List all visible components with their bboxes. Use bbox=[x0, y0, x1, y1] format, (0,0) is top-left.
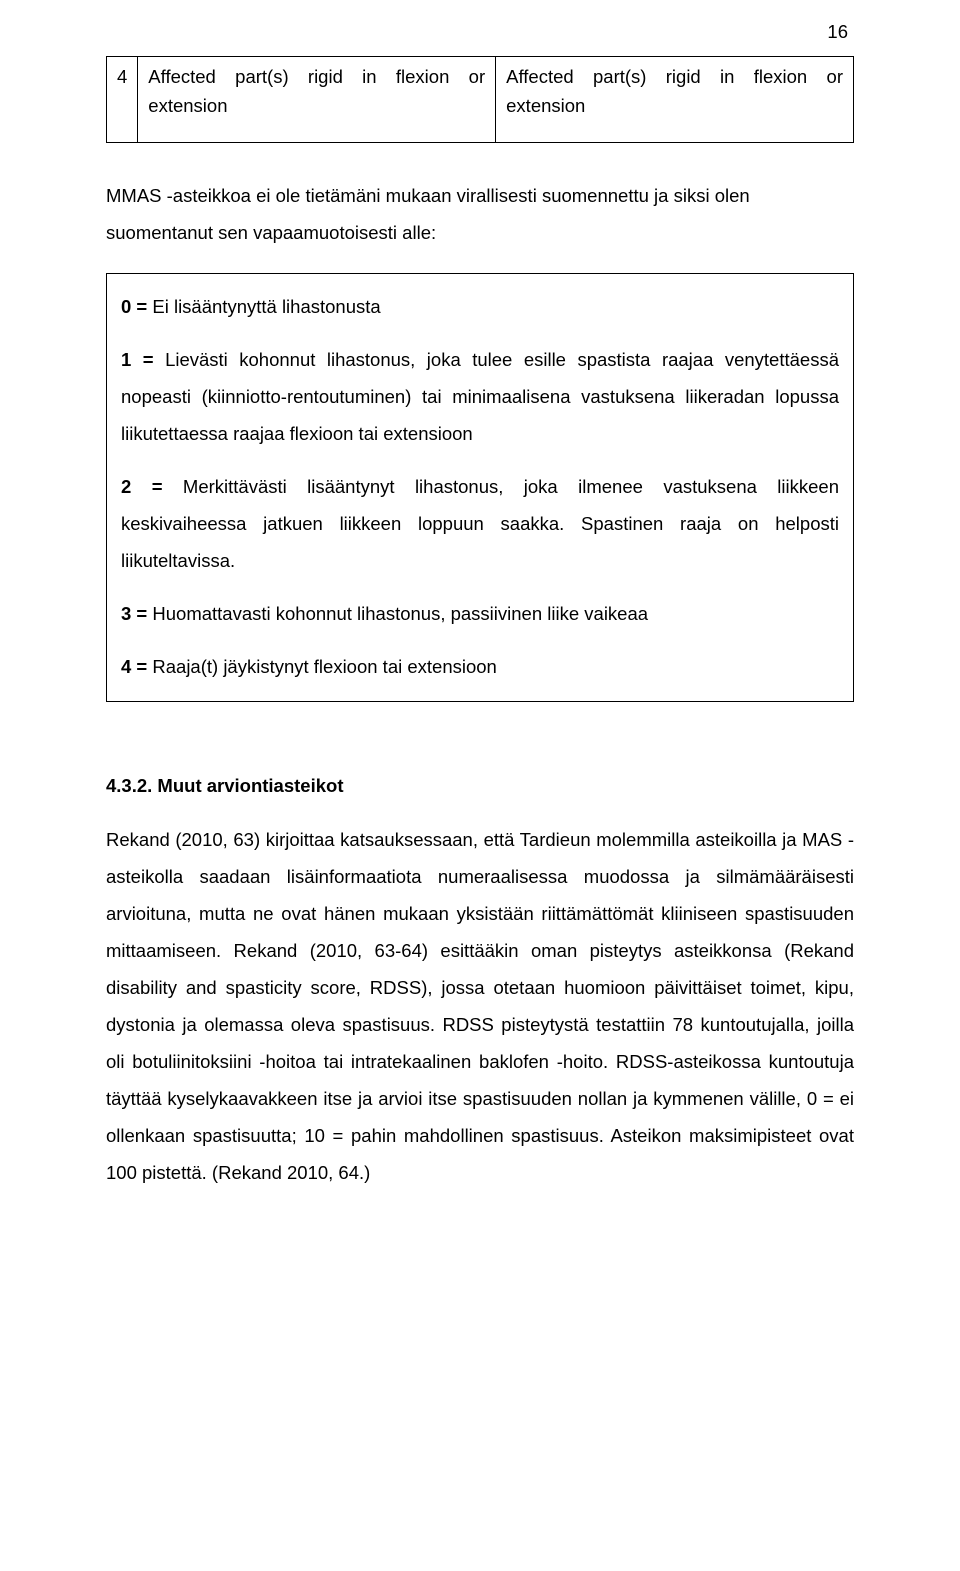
table-row: 4 Affected part(s) rigid in flexion or e… bbox=[107, 57, 854, 143]
table-cell-col1: Affected part(s) rigid in flexion or ext… bbox=[138, 57, 496, 143]
scale-box: 0 = Ei lisääntynyttä lihastonusta 1 = Li… bbox=[106, 273, 854, 702]
intro-paragraph: MMAS -asteikkoa ei ole tietämäni mukaan … bbox=[106, 177, 854, 251]
scale-text: Ei lisääntynyttä lihastonusta bbox=[152, 296, 380, 317]
scale-item-2: 2 = Merkittävästi lisääntynyt lihastonus… bbox=[121, 468, 839, 579]
scale-item-1: 1 = Lievästi kohonnut lihastonus, joka t… bbox=[121, 341, 839, 452]
document-page: 16 4 Affected part(s) rigid in flexion o… bbox=[0, 0, 960, 1571]
cell-text-line2: extension bbox=[148, 95, 227, 116]
scale-label: 4 = bbox=[121, 656, 152, 677]
scale-label: 1 = bbox=[121, 349, 165, 370]
scale-label: 2 = bbox=[121, 476, 183, 497]
scale-label: 3 = bbox=[121, 603, 152, 624]
cell-text-line2: extension bbox=[506, 95, 585, 116]
page-number: 16 bbox=[827, 18, 848, 47]
scale-text: Merkittävästi lisääntynyt lihastonus, jo… bbox=[121, 476, 839, 571]
scale-item-3: 3 = Huomattavasti kohonnut lihastonus, p… bbox=[121, 595, 839, 632]
scale-text: Lievästi kohonnut lihastonus, joka tulee… bbox=[121, 349, 839, 444]
cell-text-line1: Affected part(s) rigid in flexion or bbox=[148, 66, 485, 87]
scale-text: Huomattavasti kohonnut lihastonus, passi… bbox=[152, 603, 648, 624]
table-cell-col2: Affected part(s) rigid in flexion or ext… bbox=[496, 57, 854, 143]
scale-item-4: 4 = Raaja(t) jäykistynyt flexioon tai ex… bbox=[121, 648, 839, 685]
cell-text-line1: Affected part(s) rigid in flexion or bbox=[506, 66, 843, 87]
scale-text: Raaja(t) jäykistynyt flexioon tai extens… bbox=[152, 656, 496, 677]
section-heading: 4.3.2. Muut arviontiasteikot bbox=[106, 772, 854, 801]
scale-label: 0 = bbox=[121, 296, 152, 317]
scale-item-0: 0 = Ei lisääntynyttä lihastonusta bbox=[121, 288, 839, 325]
table-cell-num: 4 bbox=[107, 57, 138, 143]
body-paragraph: Rekand (2010, 63) kirjoittaa katsauksess… bbox=[106, 821, 854, 1191]
affected-parts-table: 4 Affected part(s) rigid in flexion or e… bbox=[106, 56, 854, 143]
